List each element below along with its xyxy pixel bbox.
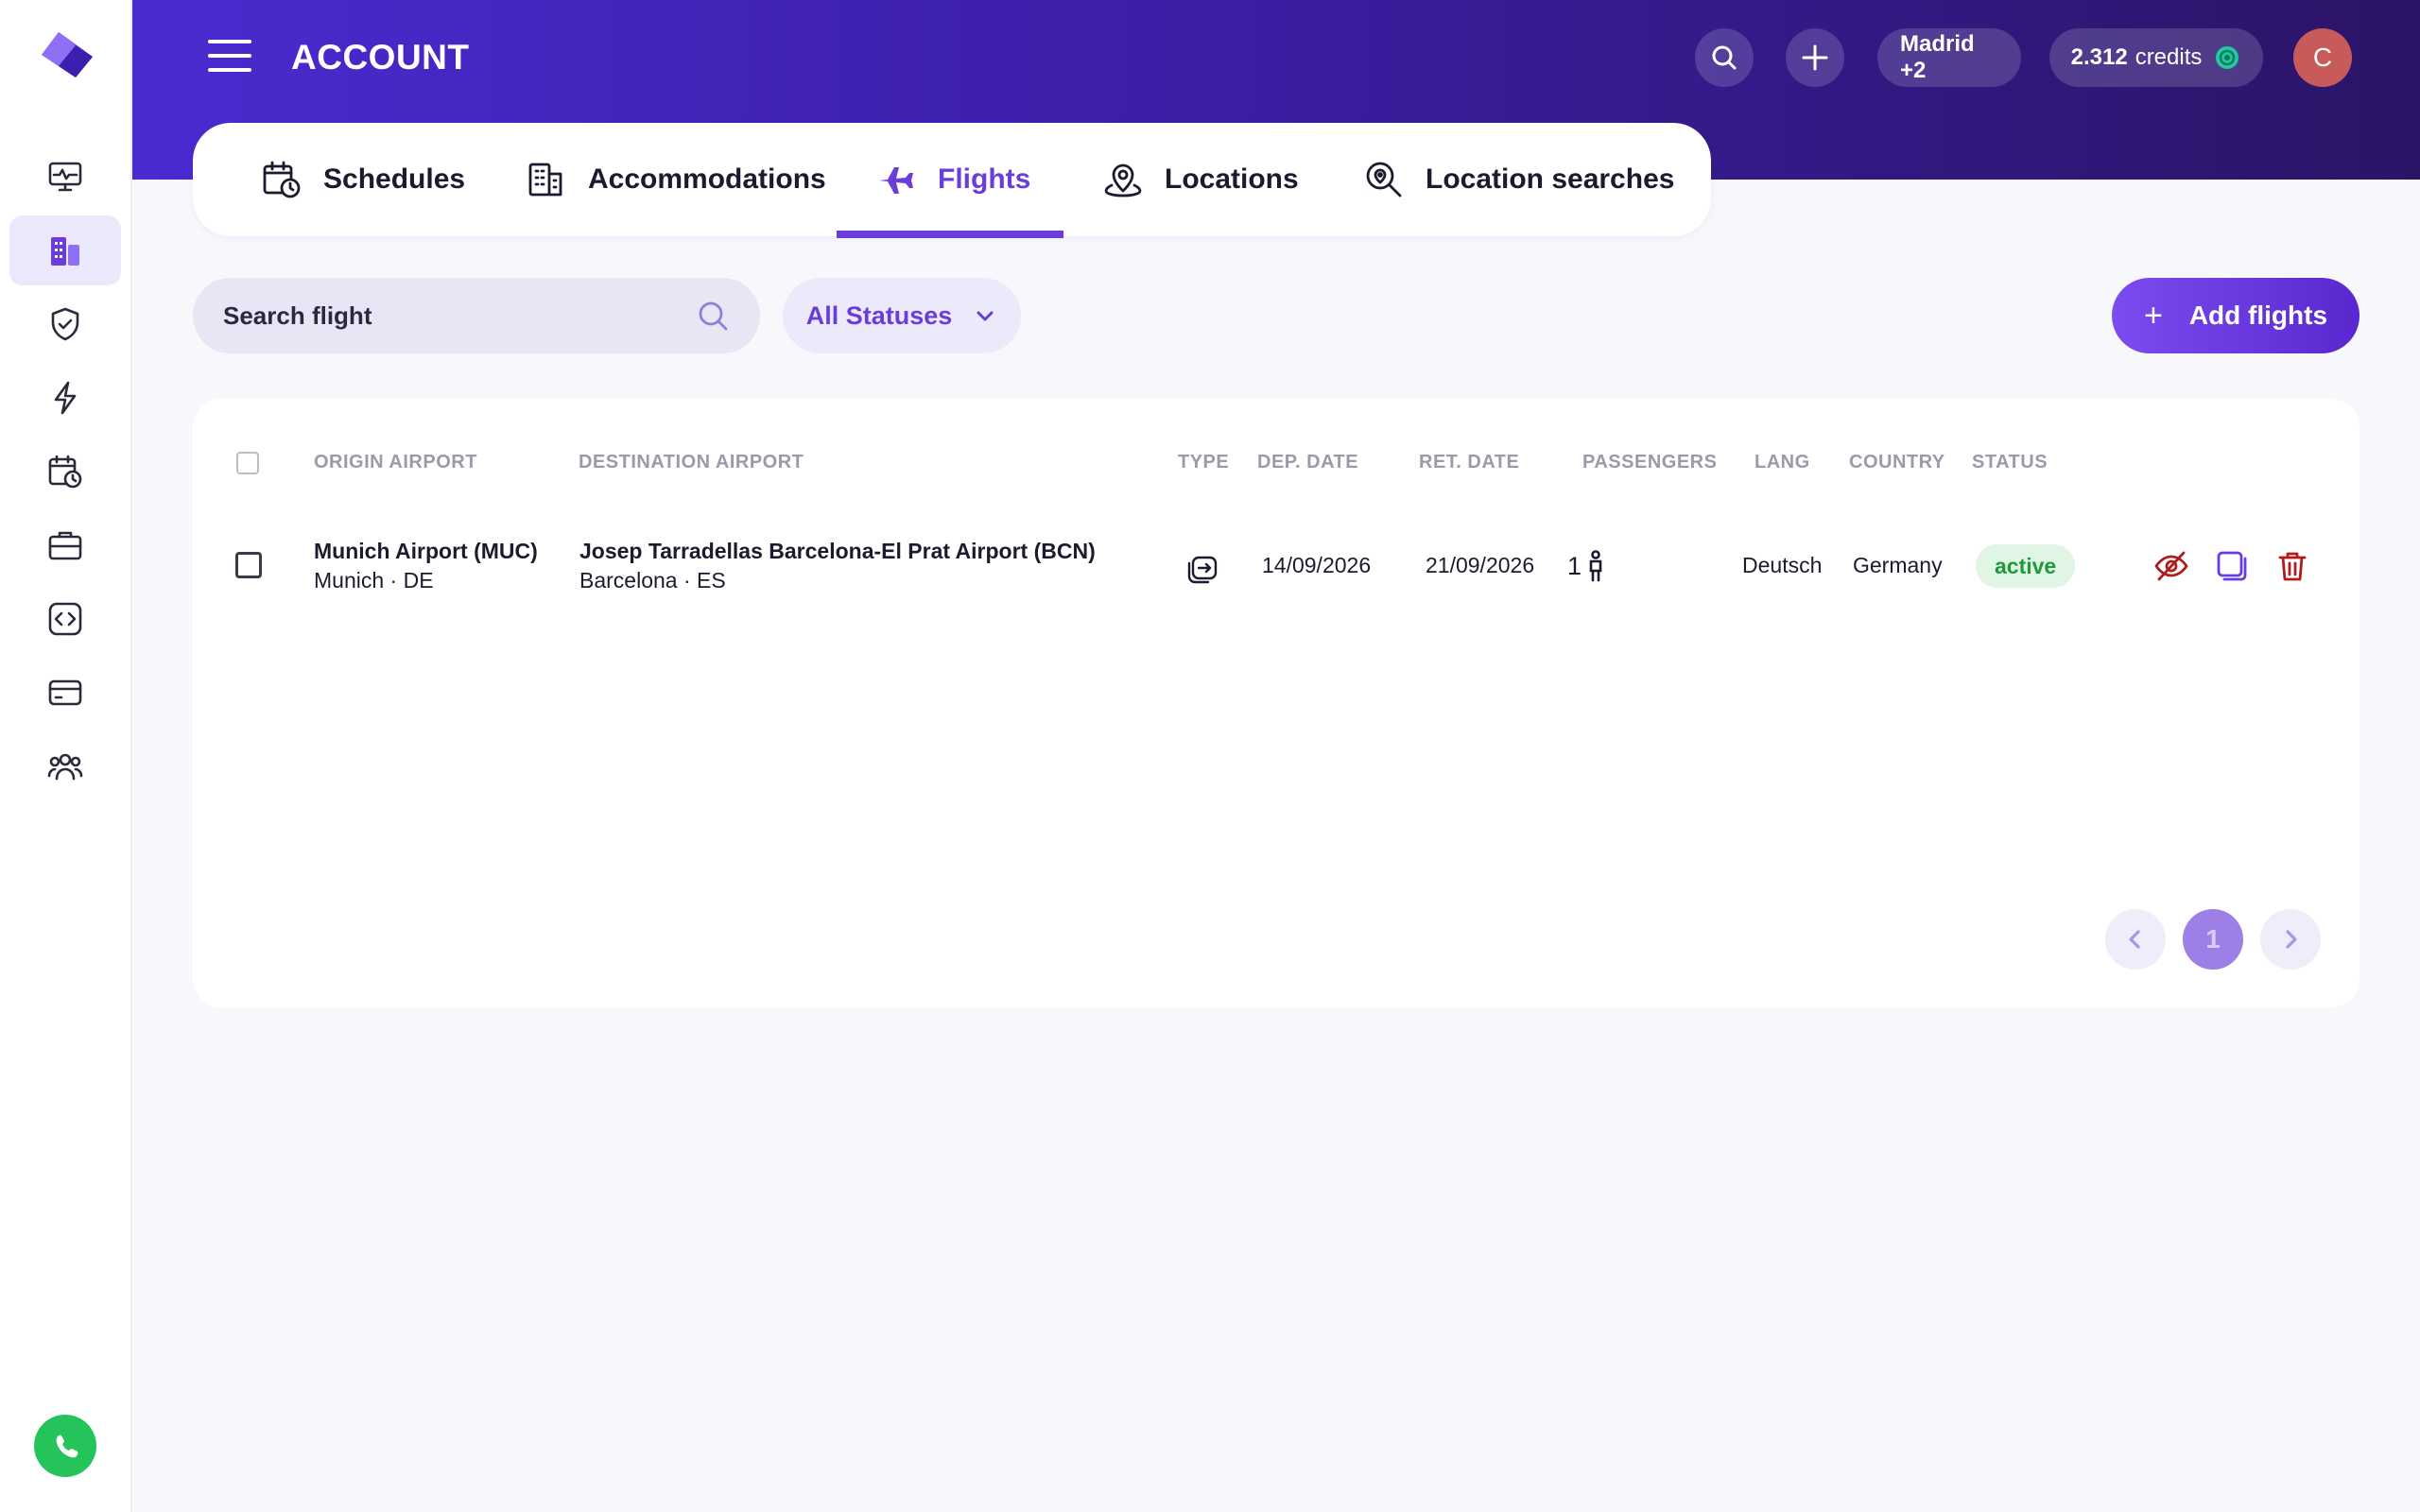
calendar-clock-icon <box>263 161 301 198</box>
column-header-type: TYPE <box>1178 452 1230 472</box>
sidebar-item-buildings[interactable] <box>9 215 121 285</box>
departure-date-cell: 14/09/2026 <box>1262 553 1372 577</box>
sidebar-item-code[interactable] <box>9 584 121 654</box>
tab-schedules-label: Schedules <box>323 163 466 195</box>
destination-airport-location: Barcelona · ES <box>579 568 726 593</box>
sidebar-item-users[interactable] <box>9 731 121 801</box>
credits-pill[interactable]: 2.312 credits <box>2049 28 2263 87</box>
calendar-clock-icon <box>48 455 82 489</box>
round-trip-icon <box>1187 556 1218 584</box>
chevron-down-icon <box>977 311 994 321</box>
location-selector-label: Madrid +2 <box>1900 31 1975 83</box>
search-flight-box[interactable] <box>193 278 760 353</box>
origin-airport-location: Munich · DE <box>314 568 434 593</box>
country-cell: Germany <box>1853 553 1943 577</box>
airplane-icon <box>879 167 913 194</box>
tab-location-searches-label: Location searches <box>1426 163 1675 195</box>
language-cell: Deutsch <box>1742 553 1823 577</box>
status-filter-label: All Statuses <box>805 301 953 330</box>
column-header-passengers: PASSENGERS <box>1582 452 1718 472</box>
active-tab-indicator <box>837 231 1063 238</box>
chevron-right-icon <box>2286 930 2297 949</box>
passengers-count: 1 <box>1567 551 1582 580</box>
passengers-cell: 1 <box>1567 550 1606 582</box>
origin-airport-cell: Munich Airport (MUC) Munich · DE <box>314 539 538 593</box>
destination-airport-cell: Josep Tarradellas Barcelona-El Prat Airp… <box>579 539 1096 593</box>
status-filter-dropdown[interactable]: All Statuses <box>783 278 1021 353</box>
briefcase-icon <box>48 531 82 560</box>
coin-icon <box>2216 46 2239 69</box>
user-avatar[interactable]: C <box>2293 28 2352 87</box>
sidebar-item-monitor[interactable] <box>9 142 121 212</box>
return-date-cell: 21/09/2026 <box>1426 553 1535 577</box>
destination-airport-name: Josep Tarradellas Barcelona-El Prat Airp… <box>579 539 1096 563</box>
tab-location-searches[interactable]: Location searches <box>1363 123 1674 236</box>
copy-icon <box>2217 551 2247 581</box>
flights-table <box>193 399 2360 1007</box>
tab-flights[interactable]: Flights <box>875 123 1030 236</box>
tab-accommodations[interactable]: Accommodations <box>526 123 826 236</box>
add-flights-label: Add flights <box>2188 301 2328 330</box>
prev-page-button[interactable] <box>2105 909 2166 970</box>
tab-flights-label: Flights <box>938 163 1031 195</box>
origin-airport-name: Munich Airport (MUC) <box>314 539 538 563</box>
eye-off-icon <box>2154 551 2188 581</box>
credit-card-icon <box>48 679 82 706</box>
search-location-icon <box>1366 162 1402 198</box>
column-header-origin: ORIGIN AIRPORT <box>314 452 477 472</box>
sidebar-item-schedules[interactable] <box>9 437 121 507</box>
trash-icon <box>2278 552 2307 581</box>
search-icon[interactable] <box>696 299 730 333</box>
hide-flight-button[interactable] <box>2152 546 2191 586</box>
sidebar-item-briefcase[interactable] <box>9 510 121 580</box>
next-page-button[interactable] <box>2260 909 2321 970</box>
code-icon <box>48 602 82 636</box>
plus-icon <box>1802 44 1828 71</box>
column-header-country: COUNTRY <box>1849 452 1945 472</box>
quick-add-button[interactable] <box>1786 28 1844 87</box>
search-icon <box>1712 45 1737 70</box>
app-logo-icon[interactable] <box>38 28 100 91</box>
chevron-left-icon <box>2129 930 2140 949</box>
whatsapp-icon <box>56 1435 78 1458</box>
map-pin-icon <box>1104 163 1142 198</box>
sidebar-item-automations[interactable] <box>9 363 121 433</box>
building-icon <box>528 163 562 197</box>
add-flights-button[interactable]: + Add flights <box>2112 278 2360 353</box>
sidebar-item-billing[interactable] <box>9 658 121 728</box>
monitor-pulse-icon <box>48 162 82 192</box>
status-badge: active <box>1976 544 2076 588</box>
row-select-checkbox[interactable] <box>235 552 262 578</box>
global-search-button[interactable] <box>1695 28 1754 87</box>
search-flight-input[interactable] <box>223 301 696 331</box>
column-header-dep-date: DEP. DATE <box>1257 452 1359 472</box>
location-selector[interactable]: Madrid +2 <box>1877 28 2021 87</box>
tab-locations-label: Locations <box>1165 163 1299 195</box>
page-title: ACCOUNT <box>291 38 470 77</box>
column-header-lang: LANG <box>1754 452 1810 472</box>
column-header-ret-date: RET. DATE <box>1419 452 1520 472</box>
tab-schedules[interactable]: Schedules <box>261 123 465 236</box>
section-tabs: Schedules Accommodations Flights Locatio… <box>193 123 1711 238</box>
column-header-status: STATUS <box>1972 452 2048 472</box>
delete-flight-button[interactable] <box>2273 546 2312 586</box>
users-icon <box>47 753 83 781</box>
shield-check-icon <box>51 307 79 341</box>
tab-accommodations-label: Accommodations <box>588 163 826 195</box>
column-header-destination: DESTINATION AIRPORT <box>579 452 804 472</box>
select-all-checkbox[interactable] <box>236 452 259 474</box>
person-icon <box>1589 550 1602 582</box>
tab-locations[interactable]: Locations <box>1102 123 1299 236</box>
credits-value: 2.312 <box>2070 44 2128 70</box>
sidebar-item-security[interactable] <box>9 289 121 359</box>
sidebar <box>0 0 132 1512</box>
credits-label: credits <box>2135 44 2203 70</box>
menu-toggle-icon[interactable] <box>208 40 251 74</box>
duplicate-flight-button[interactable] <box>2212 546 2252 586</box>
page-button-1[interactable]: 1 <box>2183 909 2243 970</box>
buildings-icon <box>51 237 79 266</box>
whatsapp-chat-button[interactable] <box>34 1415 96 1477</box>
plus-icon: + <box>2143 297 2163 334</box>
lightning-icon <box>54 381 77 415</box>
